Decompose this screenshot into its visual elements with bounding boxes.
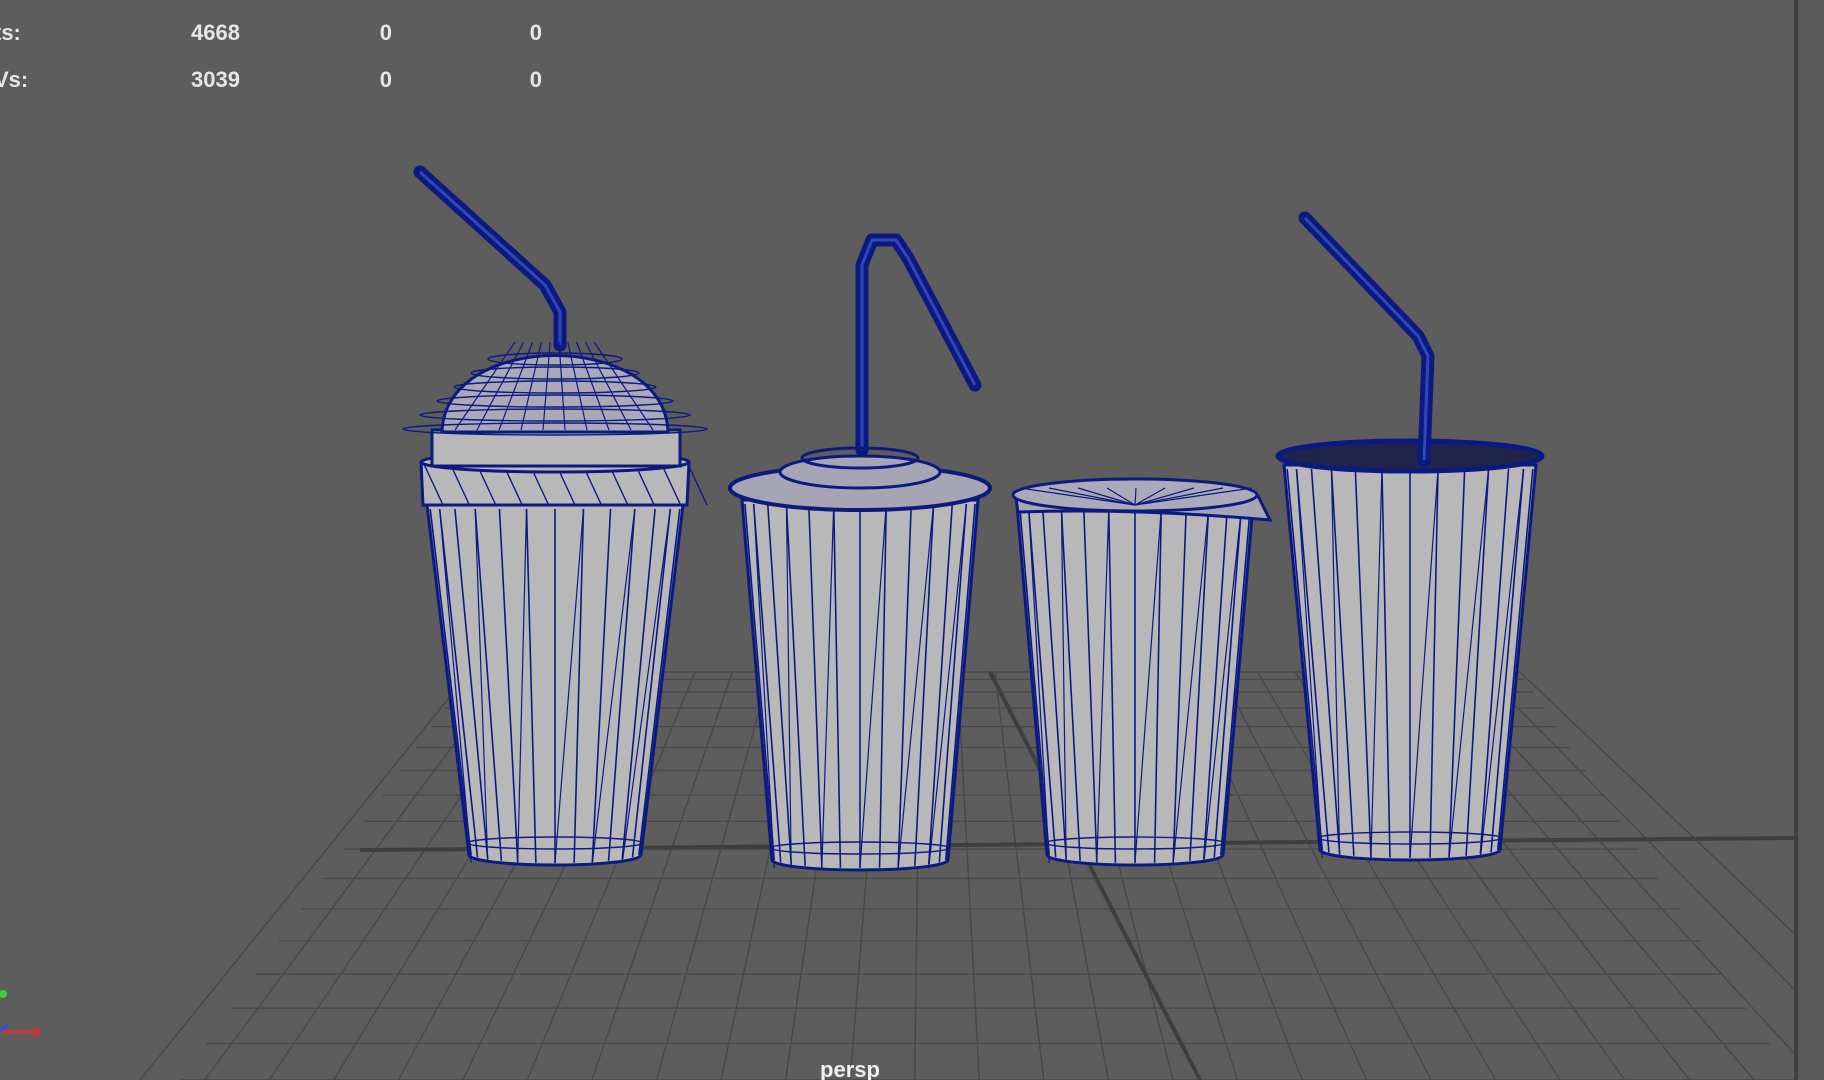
wire-edge xyxy=(686,461,708,506)
hud-label: ts: xyxy=(0,20,21,45)
cup-open[interactable] xyxy=(1282,463,1538,862)
hud-row-tris: ts: 4668 0 0 xyxy=(0,20,600,50)
straw-1 xyxy=(413,165,567,352)
hud-value: 0 xyxy=(529,67,542,92)
grid-line xyxy=(956,671,980,1080)
camera-name-label: persp xyxy=(820,1057,880,1080)
straw-4-highlight xyxy=(1303,216,1430,461)
hud-value: 0 xyxy=(379,20,392,45)
open-rim[interactable] xyxy=(1275,438,1545,474)
grid-line xyxy=(655,671,771,1080)
cup-dome[interactable] xyxy=(419,450,708,867)
cup-sip-lid[interactable] xyxy=(1015,503,1255,867)
side-panel-edge[interactable] xyxy=(1798,0,1824,1080)
cup-opening xyxy=(1275,438,1545,474)
dome-lid[interactable] xyxy=(402,341,708,468)
cup-flat-lid[interactable] xyxy=(740,498,980,872)
hud-label: Vs: xyxy=(0,67,29,92)
hud-value: 0 xyxy=(529,20,542,45)
flat-lid[interactable] xyxy=(728,446,992,512)
grid-line xyxy=(139,671,471,1080)
hud-value: 0 xyxy=(379,67,392,92)
straw-2 xyxy=(855,233,982,457)
ground-grid xyxy=(139,671,1794,1080)
y-axis-icon xyxy=(0,990,7,998)
hud-value: 4668 xyxy=(191,20,240,45)
axis-gizmo xyxy=(0,990,42,1038)
grid-line xyxy=(1519,671,1794,935)
poly-count-hud: ts: 4668 0 0 Vs: 3039 0 0 xyxy=(0,16,600,116)
straw-4 xyxy=(1298,211,1435,467)
cup-models[interactable] xyxy=(402,165,1545,872)
hud-row-uvs: Vs: 3039 0 0 xyxy=(0,67,600,97)
3d-viewport[interactable]: ts: 4668 0 0 Vs: 3039 0 0 persp xyxy=(0,0,1794,1080)
hud-value: 3039 xyxy=(191,67,240,92)
scene-canvas[interactable] xyxy=(0,0,1794,1080)
